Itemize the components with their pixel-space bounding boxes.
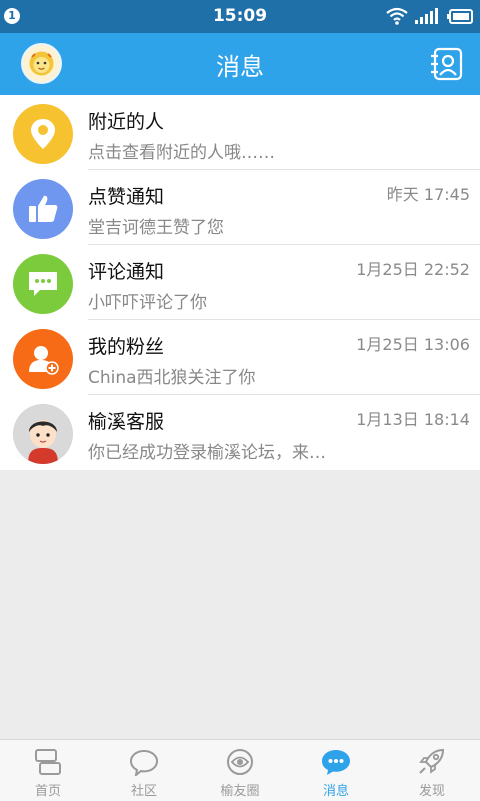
item-subtitle: 堂吉诃德王赞了您: [88, 218, 224, 238]
item-subtitle: 点击查看附近的人哦……: [88, 143, 275, 163]
tab-messages[interactable]: 消息: [288, 740, 384, 801]
home-icon: [35, 749, 61, 775]
item-subtitle: China西北狼关注了你: [88, 368, 256, 388]
message-icon: [322, 750, 350, 775]
tab-friends-circle[interactable]: 榆友圈: [192, 740, 288, 801]
message-list: 附近的人 点击查看附近的人哦…… 点赞通知 堂吉诃德王赞了您 昨天 17:45 …: [0, 95, 480, 470]
item-title: 附近的人: [88, 111, 165, 133]
list-item-fans[interactable]: 我的粉丝 China西北狼关注了你 1月25日 13:06: [0, 320, 480, 395]
item-title: 评论通知: [88, 261, 165, 283]
list-item-nearby[interactable]: 附近的人 点击查看附近的人哦……: [0, 95, 480, 170]
item-time: 1月13日 18:14: [356, 410, 470, 429]
tab-label: 首页: [34, 784, 61, 799]
tab-discover[interactable]: 发现: [384, 740, 480, 801]
tab-label: 社区: [130, 784, 157, 799]
tab-label: 消息: [322, 784, 349, 799]
clock: 15:09: [212, 6, 268, 26]
title-bar: 消息: [0, 33, 480, 95]
list-item-likes[interactable]: 点赞通知 堂吉诃德王赞了您 昨天 17:45: [0, 170, 480, 245]
battery-icon: [447, 9, 473, 24]
signal-icon: [415, 8, 438, 24]
community-icon: [129, 749, 159, 776]
rocket-icon: [419, 748, 445, 774]
service-avatar-icon: [13, 404, 73, 464]
list-item-comments[interactable]: 评论通知 小吓吓评论了你 1月25日 22:52: [0, 245, 480, 320]
comment-icon: [13, 254, 73, 314]
item-time: 1月25日 22:52: [356, 260, 470, 279]
tab-home[interactable]: 首页: [0, 740, 96, 801]
item-title: 点赞通知: [88, 186, 165, 208]
item-title: 我的粉丝: [88, 336, 165, 358]
tab-community[interactable]: 社区: [96, 740, 192, 801]
item-time: 昨天 17:45: [386, 185, 470, 204]
contacts-icon[interactable]: [428, 47, 464, 81]
item-time: 1月25日 13:06: [356, 335, 470, 354]
location-pin-icon: [13, 104, 73, 164]
add-fan-icon: [13, 329, 73, 389]
wifi-icon: [386, 7, 408, 25]
status-bar: 1 15:09: [0, 0, 480, 33]
bottom-tab-bar: 首页 社区 榆友圈 消息 发现: [0, 739, 480, 801]
thumbs-up-icon: [13, 179, 73, 239]
item-subtitle: 你已经成功登录榆溪论坛，来…: [88, 443, 326, 463]
tab-label: 发现: [418, 784, 445, 799]
friends-circle-icon: [227, 749, 253, 775]
item-title: 榆溪客服: [88, 411, 165, 433]
tab-label: 榆友圈: [220, 784, 260, 799]
page-title: 消息: [216, 53, 264, 81]
list-item-service[interactable]: 榆溪客服 你已经成功登录榆溪论坛，来… 1月13日 18:14: [0, 395, 480, 470]
item-subtitle: 小吓吓评论了你: [88, 293, 207, 313]
